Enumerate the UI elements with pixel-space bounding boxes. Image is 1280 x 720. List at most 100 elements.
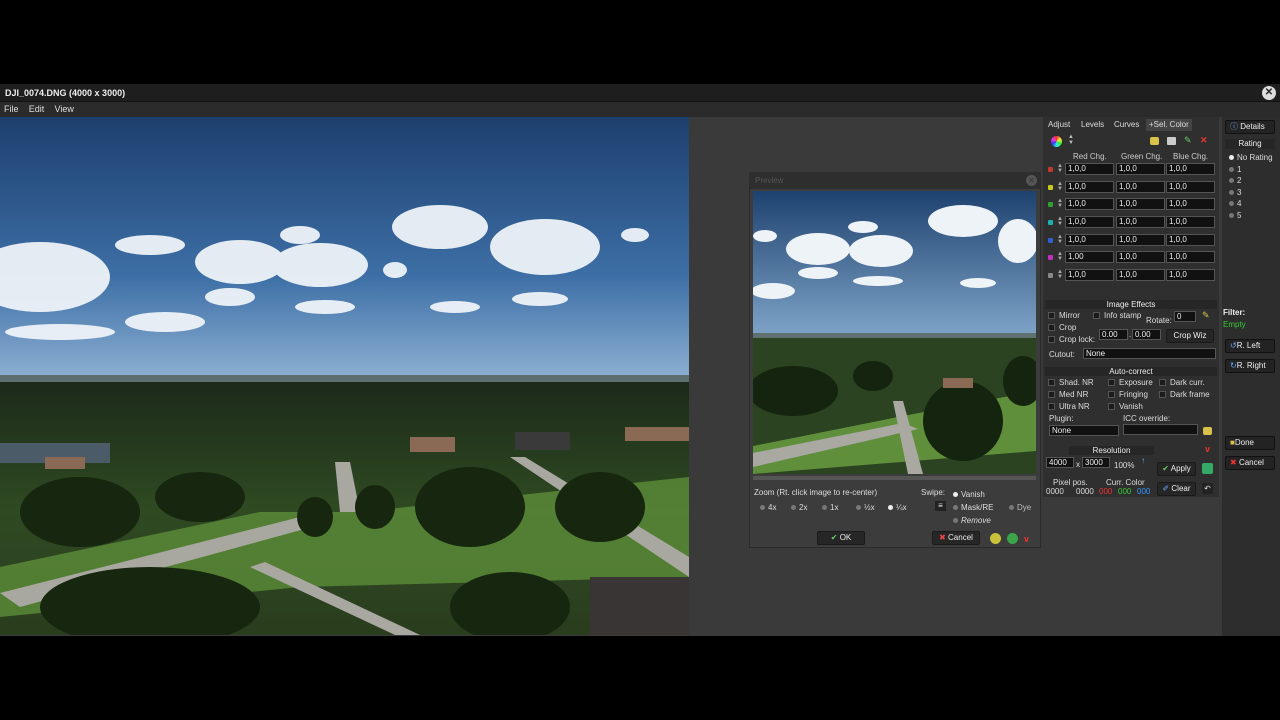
red-v-icon[interactable]: v bbox=[1024, 534, 1035, 544]
sel-color-cell[interactable]: 1,0,0 bbox=[1116, 163, 1165, 175]
zoom-option-1x[interactable]: 1x bbox=[822, 503, 838, 512]
menu-edit[interactable]: Edit bbox=[29, 102, 45, 117]
rating-option[interactable]: 3 bbox=[1229, 188, 1241, 197]
cancel-button[interactable]: ✖ Cancel bbox=[1225, 456, 1275, 470]
swipe-remove[interactable]: Remove bbox=[953, 516, 991, 525]
pencil-icon[interactable]: ✎ bbox=[1202, 310, 1210, 321]
swipe-vanish[interactable]: Vanish bbox=[953, 490, 985, 499]
sel-color-cell[interactable]: 1,0,0 bbox=[1065, 181, 1114, 193]
sel-color-cell[interactable]: 1,0,0 bbox=[1065, 269, 1114, 281]
exposure-checkbox[interactable]: Exposure bbox=[1108, 378, 1153, 387]
sel-color-cell[interactable]: 1,0,0 bbox=[1116, 181, 1165, 193]
red-v-icon[interactable]: v bbox=[1205, 444, 1210, 454]
dark-curr-checkbox[interactable]: Dark curr. bbox=[1159, 378, 1205, 387]
preview-scrollbar[interactable] bbox=[753, 476, 1036, 480]
resolution-height-input[interactable]: 3000 bbox=[1082, 457, 1110, 468]
color-wheel-icon[interactable] bbox=[1051, 136, 1062, 147]
sel-color-cell[interactable]: 1,0,0 bbox=[1166, 181, 1215, 193]
yellow-circle-icon[interactable] bbox=[990, 533, 1001, 544]
sel-color-cell[interactable]: 1,0,0 bbox=[1166, 251, 1215, 263]
rating-option[interactable]: 5 bbox=[1229, 211, 1241, 220]
info-stamp-checkbox[interactable]: Info stamp bbox=[1093, 311, 1141, 320]
rating-option[interactable]: 1 bbox=[1229, 165, 1241, 174]
close-window-button[interactable]: ✕ bbox=[1262, 86, 1276, 100]
row-spinner-icon[interactable]: ▲ ▼ bbox=[1057, 234, 1063, 245]
crop-height-input[interactable]: 0.00 bbox=[1132, 329, 1161, 340]
zoom-option-2x[interactable]: 2x bbox=[791, 503, 807, 512]
preview-close-button[interactable]: ✕ bbox=[1026, 175, 1037, 186]
med-nr-checkbox[interactable]: Med NR bbox=[1048, 390, 1088, 399]
tab-curves[interactable]: Curves bbox=[1111, 119, 1142, 131]
ultra-nr-checkbox[interactable]: Ultra NR bbox=[1048, 402, 1090, 411]
sel-color-cell[interactable]: 1,0,0 bbox=[1065, 163, 1114, 175]
row-spinner-icon[interactable]: ▲ ▼ bbox=[1057, 216, 1063, 227]
menu-view[interactable]: View bbox=[55, 102, 74, 117]
swipe-dye[interactable]: Dye bbox=[1009, 503, 1031, 512]
plugin-select[interactable]: None bbox=[1049, 425, 1119, 436]
pencil-icon[interactable]: ✎ bbox=[1184, 135, 1192, 146]
tab-adjust[interactable]: Adjust bbox=[1045, 119, 1073, 131]
done-button[interactable]: ■Done bbox=[1225, 436, 1275, 450]
rotate-right-button[interactable]: ↻R. Right bbox=[1225, 359, 1275, 373]
rating-option[interactable]: 2 bbox=[1229, 176, 1241, 185]
details-button[interactable]: ⓘ Details bbox=[1225, 120, 1275, 134]
sel-color-cell[interactable]: 1,0,0 bbox=[1065, 198, 1114, 210]
tab-sel-color[interactable]: +Sel. Color bbox=[1146, 119, 1192, 131]
clear-button[interactable]: ✐ Clear bbox=[1157, 482, 1196, 496]
percent-adjust-icon[interactable]: ↑ bbox=[1141, 456, 1145, 465]
preview-image[interactable] bbox=[753, 191, 1036, 474]
swipe-menu-icon[interactable]: ≡ bbox=[935, 501, 946, 511]
crop-wiz-button[interactable]: Crop Wiz bbox=[1166, 329, 1214, 343]
sel-color-cell[interactable]: 1,0,0 bbox=[1166, 198, 1215, 210]
swipe-mask-re[interactable]: Mask/RE bbox=[953, 503, 993, 512]
main-image[interactable] bbox=[0, 117, 689, 635]
row-spinner-icon[interactable]: ▲ ▼ bbox=[1057, 198, 1063, 209]
grid-icon[interactable] bbox=[1202, 463, 1213, 474]
preview-cancel-button[interactable]: ✖ Cancel bbox=[932, 531, 980, 545]
sel-color-cell[interactable]: 1,0,0 bbox=[1166, 234, 1215, 246]
crop-lock-checkbox[interactable]: Crop lock: bbox=[1048, 335, 1095, 344]
delete-icon[interactable]: ✕ bbox=[1200, 135, 1208, 146]
sel-color-cell[interactable]: 1,0,0 bbox=[1116, 269, 1165, 281]
sel-color-cell[interactable]: 1,0,0 bbox=[1166, 269, 1215, 281]
cutout-select[interactable]: None bbox=[1083, 348, 1216, 359]
spinner-icon[interactable]: ▲ ▼ bbox=[1068, 134, 1074, 146]
rating-option[interactable]: 4 bbox=[1229, 199, 1241, 208]
rating-option[interactable]: No Rating bbox=[1229, 153, 1273, 162]
sel-color-cell[interactable]: 1,0,0 bbox=[1065, 234, 1114, 246]
crop-checkbox[interactable]: Crop bbox=[1048, 323, 1076, 332]
zoom-option-4x[interactable]: 4x bbox=[760, 503, 776, 512]
tab-levels[interactable]: Levels bbox=[1078, 119, 1107, 131]
folder-icon[interactable] bbox=[1203, 427, 1212, 435]
fringing-checkbox[interactable]: Fringing bbox=[1108, 390, 1148, 399]
crop-width-input[interactable]: 0.00 bbox=[1099, 329, 1128, 340]
dark-frame-checkbox[interactable]: Dark frame bbox=[1159, 390, 1210, 399]
shad-nr-checkbox[interactable]: Shad. NR bbox=[1048, 378, 1094, 387]
sel-color-cell[interactable]: 1,0,0 bbox=[1166, 163, 1215, 175]
mirror-checkbox[interactable]: Mirror bbox=[1048, 311, 1080, 320]
folder-icon[interactable] bbox=[1150, 137, 1159, 145]
rotate-left-button[interactable]: ↺R. Left bbox=[1225, 339, 1275, 353]
preview-ok-button[interactable]: ✔ OK bbox=[817, 531, 865, 545]
sel-color-cell[interactable]: 1,0,0 bbox=[1166, 216, 1215, 228]
green-circle-icon[interactable] bbox=[1007, 533, 1018, 544]
row-spinner-icon[interactable]: ▲ ▼ bbox=[1057, 251, 1063, 262]
undo-icon[interactable]: ↶ bbox=[1202, 483, 1213, 494]
save-icon[interactable] bbox=[1167, 137, 1176, 145]
row-spinner-icon[interactable]: ▲ ▼ bbox=[1057, 181, 1063, 192]
sel-color-cell[interactable]: 1,0,0 bbox=[1116, 198, 1165, 210]
apply-button[interactable]: ✔ Apply bbox=[1157, 462, 1196, 476]
sel-color-cell[interactable]: 1,0,0 bbox=[1116, 234, 1165, 246]
sel-color-cell[interactable]: 1,0,0 bbox=[1116, 216, 1165, 228]
sel-color-cell[interactable]: 1,0,0 bbox=[1116, 251, 1165, 263]
zoom-option-quarter[interactable]: ¼x bbox=[888, 503, 907, 512]
zoom-option-half[interactable]: ½x bbox=[856, 503, 875, 512]
row-spinner-icon[interactable]: ▲ ▼ bbox=[1057, 269, 1063, 280]
row-spinner-icon[interactable]: ▲ ▼ bbox=[1057, 163, 1063, 174]
sel-color-cell[interactable]: 1,00 bbox=[1065, 251, 1114, 263]
vanish-checkbox[interactable]: Vanish bbox=[1108, 402, 1143, 411]
sel-color-cell[interactable]: 1,0,0 bbox=[1065, 216, 1114, 228]
rotate-input[interactable]: 0 bbox=[1174, 311, 1196, 322]
icc-override-input[interactable] bbox=[1123, 424, 1198, 435]
resolution-width-input[interactable]: 4000 bbox=[1046, 457, 1074, 468]
